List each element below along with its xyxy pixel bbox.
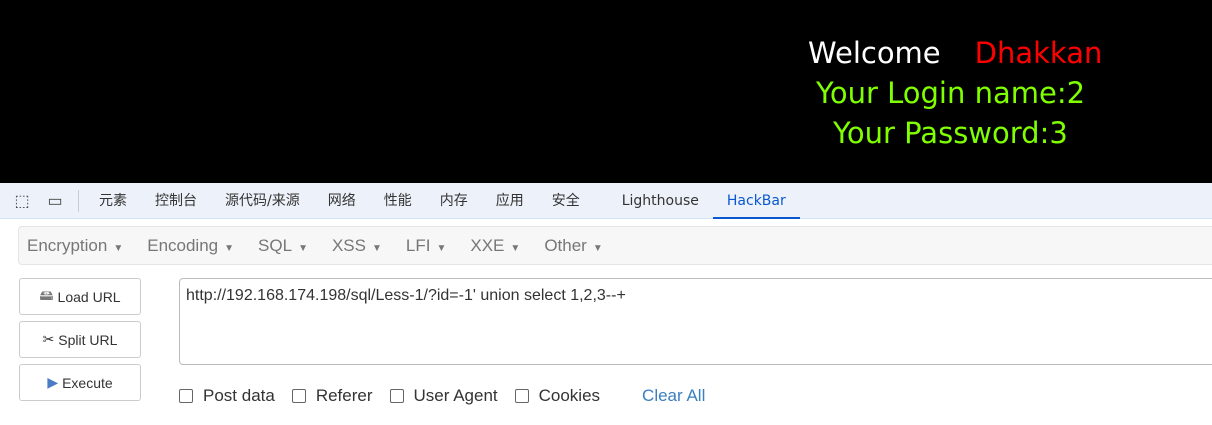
option-label: User Agent — [413, 386, 498, 405]
menu-label: Encoding — [147, 235, 219, 255]
option-label: Post data — [203, 386, 275, 405]
tab-sources[interactable]: 源代码/来源 — [211, 183, 314, 219]
tab-memory[interactable]: 内存 — [426, 183, 482, 219]
menu-xxe[interactable]: XXE ▼ — [470, 236, 520, 256]
device-toolbar-icon[interactable]: ▭ — [44, 191, 66, 211]
button-label: Execute — [62, 374, 113, 391]
button-label: Split URL — [58, 331, 118, 348]
button-label: Load URL — [57, 288, 121, 305]
hackbar-menu: Encryption ▼ Encoding ▼ SQL ▼ XSS ▼ LFI ▼ XXE… — [18, 226, 1212, 265]
tab-performance[interactable]: 性能 — [370, 183, 426, 219]
caret-down-icon: ▼ — [592, 242, 603, 254]
welcome-line: Welcome Dhakkan — [808, 36, 1212, 70]
split-url-button[interactable]: ✂ Split URL — [19, 321, 141, 358]
menu-xss[interactable]: XSS ▼ — [332, 236, 382, 256]
welcome-text: Welcome — [808, 36, 941, 70]
menu-label: LFI — [405, 235, 431, 255]
menu-label: XSS — [331, 235, 366, 255]
menu-label: Other — [544, 235, 587, 255]
option-label: Cookies — [538, 386, 601, 405]
login-name: Your Login name:2 — [816, 76, 1086, 110]
tab-elements[interactable]: 元素 — [85, 183, 141, 219]
post-data-checkbox[interactable]: Post data — [179, 386, 275, 406]
menu-label: Encryption — [27, 235, 108, 255]
menu-label: XXE — [470, 235, 505, 255]
password: Your Password:3 — [833, 116, 1068, 150]
clear-all-link[interactable]: Clear All — [642, 386, 705, 406]
divider — [78, 189, 79, 212]
checkbox[interactable] — [389, 389, 404, 403]
caret-down-icon: ▼ — [372, 242, 382, 254]
user-agent-checkbox[interactable]: User Agent — [389, 386, 498, 406]
menu-label: SQL — [258, 235, 293, 255]
devtools-tabbar: ⬚ ▭ 元素 控制台 源代码/来源 网络 性能 内存 应用 安全 Lightho… — [0, 183, 1212, 219]
menu-other[interactable]: Other ▼ — [544, 236, 602, 256]
url-textarea[interactable]: http://192.168.174.198/sql/Less-1/?id=-1… — [179, 278, 1212, 365]
scissors-icon: ✂ — [42, 331, 55, 347]
load-icon: 🖴 — [39, 286, 54, 303]
tab-console[interactable]: 控制台 — [141, 183, 211, 219]
caret-down-icon: ▼ — [436, 242, 447, 254]
load-url-button[interactable]: 🖴 Load URL — [19, 278, 141, 315]
caret-down-icon: ▼ — [224, 242, 235, 254]
caret-down-icon: ▼ — [510, 242, 521, 254]
tab-application[interactable]: 应用 — [482, 183, 538, 219]
tab-lighthouse[interactable]: Lighthouse — [608, 183, 713, 219]
inspect-element-icon[interactable]: ⬚ — [11, 191, 33, 211]
tab-network[interactable]: 网络 — [314, 183, 370, 219]
page-output: Welcome Dhakkan Your Login name:2 Your Pa… — [0, 0, 1212, 183]
caret-down-icon: ▼ — [298, 242, 308, 254]
menu-encoding[interactable]: Encoding ▼ — [147, 236, 234, 256]
execute-button[interactable]: ▶ Execute — [19, 364, 141, 401]
menu-sql[interactable]: SQL ▼ — [258, 236, 308, 256]
caret-down-icon: ▼ — [113, 242, 124, 254]
tab-hackbar[interactable]: HackBar — [712, 183, 800, 219]
cookies-checkbox[interactable]: Cookies — [514, 386, 601, 406]
referer-checkbox[interactable]: Referer — [291, 386, 373, 406]
checkbox[interactable] — [514, 389, 529, 403]
options-row: Post data Referer User Agent Cookies Cle… — [179, 386, 705, 406]
option-label: Referer — [315, 386, 373, 405]
checkbox[interactable] — [179, 389, 193, 403]
username: Dhakkan — [974, 36, 1103, 70]
menu-lfi[interactable]: LFI ▼ — [406, 236, 446, 256]
play-icon: ▶ — [47, 374, 59, 390]
menu-encryption[interactable]: Encryption ▼ — [27, 236, 123, 256]
tab-security[interactable]: 安全 — [538, 183, 594, 219]
checkbox[interactable] — [291, 389, 306, 403]
